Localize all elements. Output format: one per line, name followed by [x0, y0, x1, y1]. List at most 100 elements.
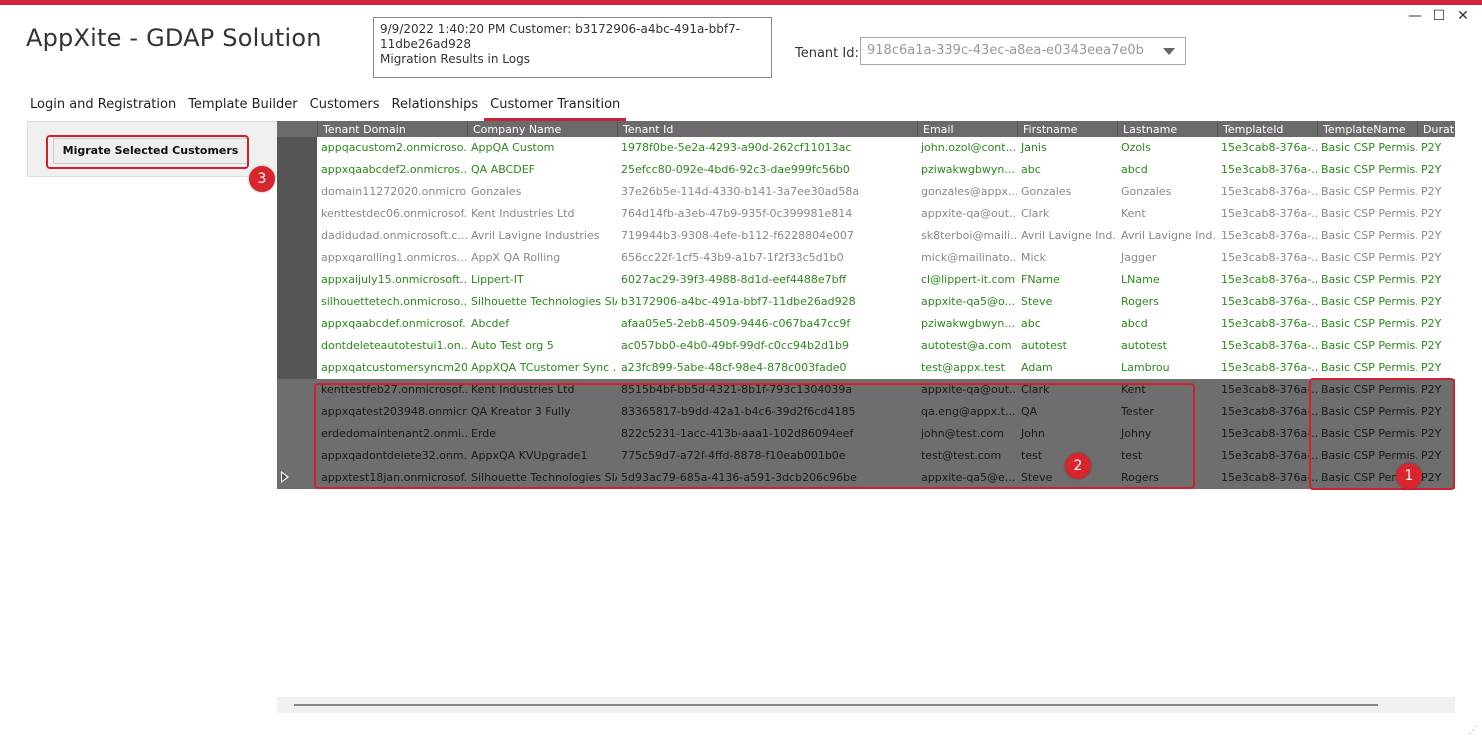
- table-cell[interactable]: 6027ac29-39f3-4988-8d1d-eef4488e7bff: [617, 269, 917, 291]
- tab-relationships[interactable]: Relationships: [386, 95, 485, 121]
- table-cell[interactable]: Avril Lavigne Ind...: [1017, 225, 1117, 247]
- table-cell[interactable]: john.ozol@cont...: [917, 137, 1017, 159]
- table-cell[interactable]: Abcdef: [467, 313, 617, 335]
- table-cell[interactable]: Basic CSP Permis...: [1317, 357, 1417, 379]
- table-cell[interactable]: silhouettetech.onmicroso...: [317, 291, 467, 313]
- table-cell[interactable]: dontdeleteautotestui1.on...: [317, 335, 467, 357]
- table-cell[interactable]: 15e3cab8-376a-...: [1217, 269, 1317, 291]
- table-cell[interactable]: pziwakwgbwyn...: [917, 313, 1017, 335]
- table-cell[interactable]: dadidudad.onmicrosoft.c...: [317, 225, 467, 247]
- column-header[interactable]: Tenant Id: [617, 121, 917, 137]
- table-cell[interactable]: P2Y: [1417, 137, 1455, 159]
- table-row[interactable]: kenttestdec06.onmicrosof... Kent Industri…: [277, 203, 1455, 225]
- table-row[interactable]: domain11272020.onmicro... Gonzales 37e26b5…: [277, 181, 1455, 203]
- table-cell[interactable]: 15e3cab8-376a-...: [1217, 445, 1317, 467]
- table-cell[interactable]: cl@lippert-it.com: [917, 269, 1017, 291]
- table-cell[interactable]: Silhouette Technologies SIA: [467, 291, 617, 313]
- table-cell[interactable]: LName: [1117, 269, 1217, 291]
- table-cell[interactable]: FName: [1017, 269, 1117, 291]
- table-cell[interactable]: 15e3cab8-376a-...: [1217, 225, 1317, 247]
- table-cell[interactable]: autotest@a.com: [917, 335, 1017, 357]
- table-cell[interactable]: P2Y: [1417, 313, 1455, 335]
- table-cell[interactable]: Basic CSP Permis...: [1317, 225, 1417, 247]
- table-cell[interactable]: Janis: [1017, 137, 1117, 159]
- column-header[interactable]: Durati: [1417, 121, 1455, 137]
- column-header[interactable]: Firstname: [1017, 121, 1117, 137]
- table-cell[interactable]: appxqatcustomersyncm20...: [317, 357, 467, 379]
- table-cell[interactable]: sk8terboi@maili...: [917, 225, 1017, 247]
- column-header[interactable]: Company Name: [467, 121, 617, 137]
- row-header[interactable]: [277, 379, 317, 401]
- resize-grip-icon[interactable]: ⋰: [1468, 725, 1478, 736]
- table-cell[interactable]: 15e3cab8-376a-...: [1217, 423, 1317, 445]
- table-cell[interactable]: QA ABCDEF: [467, 159, 617, 181]
- table-cell[interactable]: 37e26b5e-114d-4330-b141-3a7ee30ad58a: [617, 181, 917, 203]
- table-cell[interactable]: Basic CSP Permis...: [1317, 313, 1417, 335]
- column-header[interactable]: Email: [917, 121, 1017, 137]
- table-cell[interactable]: P2Y: [1417, 335, 1455, 357]
- table-cell[interactable]: 764d14fb-a3eb-47b9-935f-0c399981e814: [617, 203, 917, 225]
- table-cell[interactable]: abc: [1017, 313, 1117, 335]
- row-header[interactable]: [277, 401, 317, 423]
- table-cell[interactable]: AppX QA Rolling: [467, 247, 617, 269]
- table-cell[interactable]: abcd: [1117, 313, 1217, 335]
- table-cell[interactable]: 15e3cab8-376a-...: [1217, 379, 1317, 401]
- table-cell[interactable]: appqacustom2.onmicroso...: [317, 137, 467, 159]
- table-cell[interactable]: appxite-qa@out...: [917, 203, 1017, 225]
- table-cell[interactable]: b3172906-a4bc-491a-bbf7-11dbe26ad928: [617, 291, 917, 313]
- table-cell[interactable]: 25efcc80-092e-4bd6-92c3-dae999fc56b0: [617, 159, 917, 181]
- table-cell[interactable]: 1978f0be-5e2a-4293-a90d-262cf11013ac: [617, 137, 917, 159]
- table-cell[interactable]: appxqarolling1.onmicros...: [317, 247, 467, 269]
- table-cell[interactable]: P2Y: [1417, 159, 1455, 181]
- table-cell[interactable]: P2Y: [1417, 225, 1455, 247]
- chevron-down-icon[interactable]: [1163, 48, 1175, 55]
- table-cell[interactable]: Basic CSP Permis...: [1317, 181, 1417, 203]
- table-cell[interactable]: Basic CSP Permis...: [1317, 335, 1417, 357]
- row-header[interactable]: [277, 291, 317, 313]
- row-header[interactable]: [277, 423, 317, 445]
- tab-template-builder[interactable]: Template Builder: [182, 95, 303, 121]
- tab-customers[interactable]: Customers: [304, 95, 386, 121]
- row-header[interactable]: [277, 313, 317, 335]
- table-cell[interactable]: 15e3cab8-376a-...: [1217, 291, 1317, 313]
- column-header[interactable]: TemplateId: [1217, 121, 1317, 137]
- table-cell[interactable]: P2Y: [1417, 247, 1455, 269]
- column-header[interactable]: Tenant Domain: [317, 121, 467, 137]
- log-output[interactable]: 9/9/2022 1:40:20 PM Customer: b3172906-a…: [373, 17, 772, 78]
- table-cell[interactable]: 15e3cab8-376a-...: [1217, 203, 1317, 225]
- tenant-id-dropdown[interactable]: 918c6a1a-339c-43ec-a8ea-e0343eea7e0b: [860, 37, 1186, 65]
- table-cell[interactable]: kenttestdec06.onmicrosof...: [317, 203, 467, 225]
- table-cell[interactable]: Basic CSP Permis...: [1317, 137, 1417, 159]
- table-cell[interactable]: afaa05e5-2eb8-4509-9446-c067ba47cc9f: [617, 313, 917, 335]
- table-cell[interactable]: 15e3cab8-376a-...: [1217, 357, 1317, 379]
- table-cell[interactable]: 15e3cab8-376a-...: [1217, 335, 1317, 357]
- table-cell[interactable]: mick@mailinato...: [917, 247, 1017, 269]
- table-cell[interactable]: Gonzales: [467, 181, 617, 203]
- table-cell[interactable]: 15e3cab8-376a-...: [1217, 159, 1317, 181]
- table-cell[interactable]: Mick: [1017, 247, 1117, 269]
- table-row[interactable]: appxqatcustomersyncm20... AppXQA TCustome…: [277, 357, 1455, 379]
- table-cell[interactable]: 15e3cab8-376a-...: [1217, 247, 1317, 269]
- table-row[interactable]: appxaijuly15.onmicrosoft.... Lippert-IT 60…: [277, 269, 1455, 291]
- table-cell[interactable]: Avril Lavigne Industries: [467, 225, 617, 247]
- table-row[interactable]: appxqaabcdef2.onmicros... QA ABCDEF 25efcc…: [277, 159, 1455, 181]
- row-header[interactable]: [277, 335, 317, 357]
- table-cell[interactable]: Ozols: [1117, 137, 1217, 159]
- table-cell[interactable]: AppXQA TCustomer Sync ...: [467, 357, 617, 379]
- table-cell[interactable]: 656cc22f-1cf5-43b9-a1b7-1f2f33c5d1b0: [617, 247, 917, 269]
- scrollbar-thumb[interactable]: [294, 704, 1378, 706]
- table-cell[interactable]: Steve: [1017, 291, 1117, 313]
- table-cell[interactable]: gonzales@appx...: [917, 181, 1017, 203]
- tab-customer-transition[interactable]: Customer Transition: [484, 95, 627, 121]
- row-header[interactable]: [277, 203, 317, 225]
- table-row[interactable]: dontdeleteautotestui1.on... Auto Test org…: [277, 335, 1455, 357]
- table-cell[interactable]: P2Y: [1417, 269, 1455, 291]
- table-cell[interactable]: ac057bb0-e4b0-49bf-99df-c0cc94b2d1b9: [617, 335, 917, 357]
- table-cell[interactable]: Gonzales: [1017, 181, 1117, 203]
- table-cell[interactable]: 15e3cab8-376a-...: [1217, 467, 1317, 489]
- maximize-button[interactable]: ☐: [1430, 8, 1448, 24]
- table-cell[interactable]: AppQA Custom: [467, 137, 617, 159]
- row-header[interactable]: [277, 445, 317, 467]
- table-cell[interactable]: abcd: [1117, 159, 1217, 181]
- tab-login-registration[interactable]: Login and Registration: [24, 95, 182, 121]
